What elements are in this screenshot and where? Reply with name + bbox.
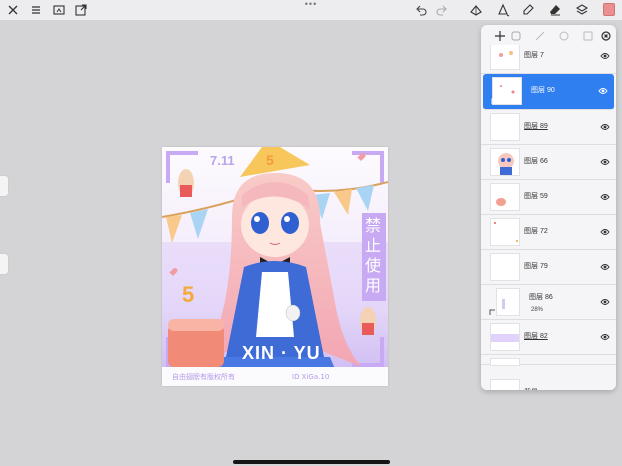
layer-row-82[interactable]: 图层 82	[481, 320, 616, 355]
layer-thumbnail	[490, 45, 520, 70]
layer-row-86[interactable]: 图层 86 28%	[481, 285, 616, 320]
layer-name: 图层 90	[531, 87, 555, 94]
visibility-eye-icon[interactable]	[598, 87, 608, 95]
more-dots-icon[interactable]: •••	[300, 0, 322, 10]
layer-name: 图层 82	[524, 333, 548, 340]
layer-name: 图层 66	[524, 158, 548, 165]
layer-thumbnail	[496, 288, 520, 316]
smudge-icon[interactable]	[520, 2, 536, 18]
top-toolbar: •••	[0, 0, 622, 20]
close-icon[interactable]	[5, 2, 21, 18]
clipping-mask-icon	[489, 309, 496, 316]
redo-icon[interactable]	[434, 2, 450, 18]
layer-thumbnail	[490, 218, 520, 246]
layer-name: 图层 86	[529, 294, 553, 301]
artwork-canvas[interactable]: 7.11 5 禁 止 使 用 5 XIN · YU 自由翅膀有版权所有 ID X…	[162, 147, 388, 386]
layer-list[interactable]: 图层 7 图层 90 图层 89 图层 66 图层 59 图层 72 图层 79…	[481, 45, 616, 390]
vertical-text-3: 使	[365, 256, 381, 275]
layer-name: 图层 89	[524, 123, 548, 130]
layer-name: 图层 59	[524, 193, 548, 200]
add-layer-icon[interactable]	[493, 29, 507, 43]
layer-name: 图层 79	[524, 263, 548, 270]
layer-opacity-value: 28%	[531, 307, 544, 313]
menu-icon[interactable]	[28, 2, 44, 18]
cake-number: 5	[182, 282, 194, 307]
visibility-eye-icon[interactable]	[600, 333, 610, 341]
layers-panel: 图层 7 图层 90 图层 89 图层 66 图层 59 图层 72 图层 79…	[481, 25, 616, 390]
layer-thumbnail	[490, 323, 520, 351]
layers-icon[interactable]	[574, 2, 590, 18]
layer-row-89[interactable]: 图层 89	[481, 110, 616, 145]
transform-icon[interactable]	[581, 29, 595, 43]
brush-size-slider-handle[interactable]	[0, 176, 8, 196]
layer-row-66[interactable]: 图层 66	[481, 145, 616, 180]
export-icon[interactable]	[73, 2, 89, 18]
layer-settings-icon[interactable]	[599, 29, 613, 43]
layer-thumbnail	[490, 148, 520, 176]
brush-icon[interactable]	[495, 2, 511, 18]
vertical-text-4: 用	[365, 276, 381, 295]
eraser-icon[interactable]	[547, 2, 563, 18]
layer-row-background[interactable]: 背景	[481, 376, 616, 390]
lasso-icon[interactable]	[557, 29, 571, 43]
home-indicator[interactable]	[233, 460, 390, 464]
folder-open-icon[interactable]	[51, 2, 67, 18]
vertical-text-2: 止	[365, 236, 381, 255]
hat-number: 5	[266, 152, 274, 168]
opacity-slider-handle[interactable]	[0, 254, 8, 274]
layer-row-59[interactable]: 图层 59	[481, 180, 616, 215]
layers-panel-header	[481, 25, 616, 47]
vertical-text-1: 禁	[365, 216, 381, 235]
layer-row-79[interactable]: 图层 79	[481, 250, 616, 285]
visibility-eye-icon[interactable]	[600, 389, 610, 390]
color-swatch[interactable]	[603, 3, 615, 16]
layer-name: 图层 72	[524, 228, 548, 235]
layer-row-72[interactable]: 图层 72	[481, 215, 616, 250]
layer-thumbnail	[490, 358, 520, 366]
layer-thumbnail	[490, 253, 520, 281]
undo-icon[interactable]	[413, 2, 429, 18]
layer-row-7[interactable]: 图层 7	[481, 45, 616, 74]
visibility-eye-icon[interactable]	[600, 52, 610, 60]
layer-thumbnail	[490, 183, 520, 211]
visibility-eye-icon[interactable]	[600, 123, 610, 131]
artwork-name: XIN · YU	[242, 343, 321, 363]
artwork-footer-right: ID XiGa.10	[292, 373, 329, 381]
artwork-footer-left: 自由翅膀有版权所有	[172, 372, 235, 381]
pen-layer-icon[interactable]	[533, 29, 547, 43]
layer-thumbnail	[490, 113, 520, 141]
visibility-eye-icon[interactable]	[600, 158, 610, 166]
visibility-eye-icon[interactable]	[600, 263, 610, 271]
visibility-eye-icon[interactable]	[600, 228, 610, 236]
layer-row-90[interactable]: 图层 90	[483, 74, 614, 110]
layer-name: 图层 7	[524, 52, 544, 59]
visibility-eye-icon[interactable]	[600, 298, 610, 306]
layer-thumbnail	[490, 379, 520, 390]
group-layer-icon[interactable]	[509, 29, 523, 43]
clipping-mask-icon	[491, 98, 498, 105]
visibility-eye-icon[interactable]	[600, 193, 610, 201]
adjust-icon[interactable]	[468, 2, 484, 18]
layer-name: 背景	[524, 387, 538, 390]
layer-row-partial[interactable]	[481, 355, 616, 366]
artwork-date: 7.11	[210, 153, 235, 168]
